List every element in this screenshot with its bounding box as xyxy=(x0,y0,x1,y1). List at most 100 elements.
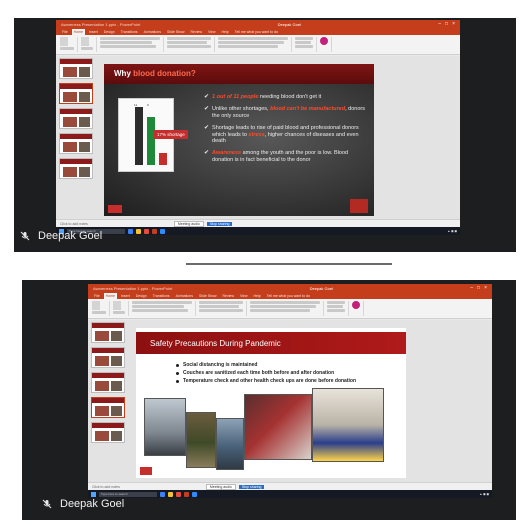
participant-tile-1[interactable]: Awareness Presentation 1.pptx - PowerPoi… xyxy=(14,18,516,252)
close-icon[interactable]: × xyxy=(452,21,455,27)
meeting-audio-button[interactable]: Meeting audio xyxy=(205,483,236,490)
tab-file[interactable]: File xyxy=(92,293,102,299)
windows-taskbar: Type here to search ▲ ◼ ◼ xyxy=(56,227,460,235)
ribbon xyxy=(88,299,492,319)
drawing-group[interactable] xyxy=(218,37,292,52)
taskbar-search[interactable]: Type here to search xyxy=(99,491,157,497)
slide-thumbnail[interactable] xyxy=(59,58,93,79)
ribbon-tabs: File Home Insert Design Transitions Anim… xyxy=(56,28,460,35)
title-bar: Awareness Presentation 1.pptx - PowerPoi… xyxy=(88,284,492,292)
slide-thumbnail[interactable] xyxy=(59,158,93,179)
slide-thumbnail[interactable] xyxy=(91,422,125,443)
bullet-text: needing blood don't get it xyxy=(258,94,322,100)
participant-name-label: Deepak Goel xyxy=(42,498,124,510)
participant-tile-2[interactable]: Awareness Presentation 1.pptx - PowerPoi… xyxy=(22,280,516,520)
slide-thumbnail[interactable] xyxy=(59,108,93,129)
slide-thumbnail[interactable] xyxy=(91,347,125,368)
editing-group[interactable] xyxy=(327,301,349,316)
tab-transitions[interactable]: Transitions xyxy=(119,29,140,35)
tab-home[interactable]: Home xyxy=(71,29,85,35)
chrome-icon[interactable] xyxy=(144,228,149,234)
font-group[interactable] xyxy=(100,37,164,52)
notes-placeholder[interactable]: Click to add notes xyxy=(60,222,88,226)
minimize-icon[interactable]: – xyxy=(438,21,441,27)
tab-slide-show[interactable]: Slide Show xyxy=(165,29,187,35)
slide-body: 11 9 17% shortage ✔ 1 out of 11 people ne… xyxy=(104,84,374,216)
bullet-item: Social distancing is maintained xyxy=(176,362,396,368)
tab-view[interactable]: View xyxy=(238,293,250,299)
tab-review[interactable]: Review xyxy=(189,29,204,35)
editing-group[interactable] xyxy=(295,37,317,52)
tab-design[interactable]: Design xyxy=(134,293,149,299)
bullet-emphasis: stress xyxy=(248,131,265,138)
meeting-audio-button[interactable]: Meeting audio xyxy=(173,220,204,227)
slide-thumbnails xyxy=(91,322,129,482)
chrome-icon[interactable] xyxy=(176,491,181,497)
designer-group[interactable] xyxy=(352,301,364,316)
paragraph-group[interactable] xyxy=(199,301,247,316)
tab-animations[interactable]: Animations xyxy=(174,293,195,299)
user-name: Deepak Goel xyxy=(277,21,301,27)
chart-bar xyxy=(135,107,143,165)
status-bar: Click to add notes Meeting audio Stop sh… xyxy=(56,219,460,227)
zoom-icon[interactable] xyxy=(192,491,197,497)
share-controls: Meeting audio Stop sharing xyxy=(205,483,265,490)
tab-design[interactable]: Design xyxy=(102,29,117,35)
minimize-icon[interactable]: – xyxy=(470,285,473,291)
designer-group[interactable] xyxy=(320,37,332,52)
maximize-icon[interactable]: □ xyxy=(445,21,448,27)
tab-help[interactable]: Help xyxy=(220,29,231,35)
stop-sharing-button[interactable]: Stop sharing xyxy=(238,484,265,489)
tell-me-search[interactable]: Tell me what you want to do xyxy=(265,293,312,299)
bullet-text: Couches are sanitized each time both bef… xyxy=(183,370,335,376)
tab-insert[interactable]: Insert xyxy=(87,29,100,35)
tab-animations[interactable]: Animations xyxy=(142,29,163,35)
font-group[interactable] xyxy=(132,301,196,316)
tab-view[interactable]: View xyxy=(206,29,218,35)
donation-photo xyxy=(244,394,312,460)
edge-icon[interactable] xyxy=(160,491,165,497)
current-slide[interactable]: Safety Precautions During Pandemic Socia… xyxy=(136,328,406,478)
bullet-item: ✔ Awareness among the youth and the poor … xyxy=(204,150,366,163)
check-icon: ✔ xyxy=(204,125,210,132)
slides-group[interactable] xyxy=(81,37,97,52)
clipboard-group[interactable] xyxy=(60,37,78,52)
tab-file[interactable]: File xyxy=(60,29,70,35)
windows-start-icon[interactable] xyxy=(91,491,96,497)
slide-thumbnail[interactable] xyxy=(59,133,93,154)
donation-photo xyxy=(312,388,384,462)
tab-home[interactable]: Home xyxy=(103,293,117,299)
folder-icon[interactable] xyxy=(168,491,173,497)
zoom-icon[interactable] xyxy=(160,228,165,234)
user-name: Deepak Goel xyxy=(309,285,333,291)
tab-review[interactable]: Review xyxy=(221,293,236,299)
tab-insert[interactable]: Insert xyxy=(119,293,132,299)
slide-thumbnail[interactable] xyxy=(59,83,93,104)
slide-thumbnail[interactable] xyxy=(91,372,125,393)
tab-transitions[interactable]: Transitions xyxy=(151,293,172,299)
folder-icon[interactable] xyxy=(136,228,141,234)
drawing-group[interactable] xyxy=(250,301,324,316)
bullet-prefix: Unlike other shortages, xyxy=(212,106,271,113)
tell-me-search[interactable]: Tell me what you want to do xyxy=(233,29,280,35)
clipboard-group[interactable] xyxy=(92,301,110,316)
stop-sharing-button[interactable]: Stop sharing xyxy=(206,221,233,226)
powerpoint-icon[interactable] xyxy=(152,228,157,234)
close-icon[interactable]: × xyxy=(484,285,487,291)
slide-title: Why blood donation? xyxy=(104,64,374,84)
paragraph-group[interactable] xyxy=(167,37,215,52)
edge-icon[interactable] xyxy=(128,228,133,234)
slides-group[interactable] xyxy=(113,301,129,316)
tab-help[interactable]: Help xyxy=(252,293,263,299)
current-slide[interactable]: Why blood donation? 11 9 17% shortage ✔ 1… xyxy=(104,64,374,216)
donation-photo xyxy=(186,412,216,468)
powerpoint-icon[interactable] xyxy=(184,491,189,497)
notes-placeholder[interactable]: Click to add notes xyxy=(92,485,120,489)
slide-thumbnail[interactable] xyxy=(91,397,125,418)
title-bar: Awareness Presentation 1.pptx - PowerPoi… xyxy=(56,20,460,28)
bullet-list: ✔ 1 out of 11 people needing blood don't … xyxy=(204,94,366,163)
slide-thumbnail[interactable] xyxy=(91,322,125,343)
tab-slide-show[interactable]: Slide Show xyxy=(197,293,219,299)
ribbon-tabs: File Home Insert Design Transitions Anim… xyxy=(88,292,492,299)
maximize-icon[interactable]: □ xyxy=(477,285,480,291)
